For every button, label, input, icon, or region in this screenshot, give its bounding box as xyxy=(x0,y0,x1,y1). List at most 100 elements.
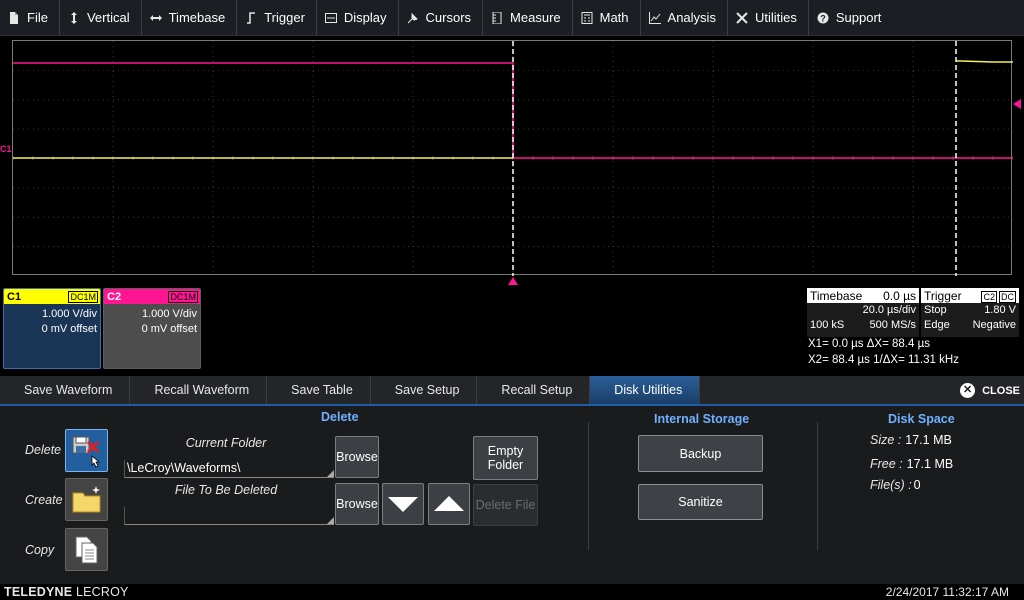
horizontal-arrows-icon xyxy=(149,12,162,24)
channel-2-descriptor[interactable]: C2 DC1M 1.000 V/div 0 mV offset xyxy=(103,288,201,369)
current-folder-field[interactable]: \LeCroy\Waveforms\ xyxy=(124,460,334,478)
arrow-up-icon xyxy=(434,496,464,511)
channel-1-header: C1 DC1M xyxy=(4,289,100,304)
tab-save-waveform[interactable]: Save Waveform xyxy=(0,376,131,404)
trigger-level: 1.80 V xyxy=(984,304,1016,316)
menu-file[interactable]: File xyxy=(0,0,60,36)
timebase-delay: 0.0 µs xyxy=(883,288,916,303)
backup-button[interactable]: Backup xyxy=(638,435,763,472)
menu-label: Math xyxy=(599,10,629,25)
trigger-position-marker xyxy=(508,277,518,285)
menu-bar: File Vertical Timebase Trigger Display C… xyxy=(0,0,1024,36)
browse-folder-button[interactable]: Browse xyxy=(335,436,379,478)
file-to-delete-field[interactable] xyxy=(124,507,334,525)
brand-rest: LECROY xyxy=(72,585,129,599)
grid-svg xyxy=(13,41,1013,276)
timebase-per-div: 20.0 µs/div xyxy=(862,304,916,316)
trigger-title: Trigger xyxy=(924,288,962,303)
channel-2-offset: 0 mV offset xyxy=(141,323,197,335)
close-button[interactable]: ✕ CLOSE xyxy=(960,383,1020,398)
separator-2 xyxy=(817,422,818,550)
delete-file-button[interactable]: Delete File xyxy=(473,484,538,526)
tab-save-setup[interactable]: Save Setup xyxy=(371,376,478,404)
status-footer: TELEDYNE LECROY 2/24/2017 11:32:17 AM xyxy=(0,584,1024,600)
cursor-readout-2: X2= 88.4 µs 1/ΔX= 11.31 kHz xyxy=(808,354,959,366)
menu-display[interactable]: Display xyxy=(317,0,399,36)
disk-free-label: Free : xyxy=(870,457,903,471)
menu-label: Measure xyxy=(510,10,561,25)
trigger-level-marker xyxy=(1013,99,1021,109)
tab-recall-waveform[interactable]: Recall Waveform xyxy=(130,376,268,404)
channel-1-name: C1 xyxy=(7,290,22,303)
tab-recall-setup[interactable]: Recall Setup xyxy=(477,376,591,404)
cursor-readout-1: X1= 0.0 µs ΔX= 88.4 µs xyxy=(808,338,930,350)
browse-file-button[interactable]: Browse xyxy=(335,483,379,525)
timebase-descriptor[interactable]: Timebase 0.0 µs 20.0 µs/div 100 kS 500 M… xyxy=(807,288,919,337)
menu-label: File xyxy=(27,10,48,25)
side-label-delete: Delete xyxy=(25,443,62,457)
channel-2-name: C2 xyxy=(107,290,122,303)
menu-trigger[interactable]: Trigger xyxy=(237,0,317,36)
tab-save-table[interactable]: Save Table xyxy=(267,376,371,404)
trigger-mode: Stop xyxy=(924,304,947,316)
measure-icon xyxy=(491,11,503,24)
internal-storage-title: Internal Storage xyxy=(654,412,750,426)
disk-size-value: 17.1 MB xyxy=(905,433,952,447)
menu-support[interactable]: ? Support xyxy=(809,0,893,36)
delete-mode-button[interactable] xyxy=(65,429,108,472)
copy-mode-button[interactable] xyxy=(65,528,108,571)
disk-files-value: 0 xyxy=(913,478,921,492)
menu-timebase[interactable]: Timebase xyxy=(142,0,238,36)
scroll-down-button[interactable] xyxy=(382,483,424,525)
separator-1 xyxy=(588,422,589,550)
channel-2-vdiv: 1.000 V/div xyxy=(141,308,197,320)
current-folder-value: \LeCroy\Waveforms\ xyxy=(127,461,241,475)
timebase-samples: 100 kS xyxy=(810,319,845,331)
disk-size-row: Size :17.1 MB xyxy=(870,433,952,447)
create-mode-button[interactable] xyxy=(65,478,108,521)
menu-vertical[interactable]: Vertical xyxy=(60,0,142,36)
trigger-source: C2 xyxy=(981,290,997,303)
menu-label: Utilities xyxy=(754,10,797,25)
empty-folder-button[interactable]: Empty Folder xyxy=(473,436,538,480)
menu-utilities[interactable]: Utilities xyxy=(728,0,809,36)
timebase-rate: 500 MS/s xyxy=(869,319,916,331)
close-icon: ✕ xyxy=(960,383,976,398)
menu-label: Analysis xyxy=(667,10,716,25)
delete-file-icon xyxy=(72,436,100,468)
menu-measure[interactable]: Measure xyxy=(483,0,573,36)
scroll-up-button[interactable] xyxy=(428,483,470,525)
menu-analysis[interactable]: Analysis xyxy=(641,0,728,36)
display-icon xyxy=(324,12,337,24)
trigger-descriptor[interactable]: Trigger C2 DC Stop 1.80 V Edge Negative xyxy=(921,288,1019,337)
menu-label: Cursors xyxy=(425,10,472,25)
arrow-down-icon xyxy=(388,497,418,512)
utilities-icon xyxy=(736,11,748,24)
channel-2-header: C2 DC1M xyxy=(104,289,200,304)
brand-logo: TELEDYNE LECROY xyxy=(4,585,129,599)
menu-math[interactable]: Math xyxy=(573,0,641,36)
sanitize-button[interactable]: Sanitize xyxy=(638,484,763,520)
dialog-tabs: Save Waveform Recall Waveform Save Table… xyxy=(0,376,1024,406)
timebase-title: Timebase xyxy=(810,288,863,303)
waveform-grid[interactable] xyxy=(12,40,1013,276)
menu-label: Vertical xyxy=(86,10,130,25)
delete-section-title: Delete xyxy=(321,410,359,424)
menu-label: Trigger xyxy=(264,10,305,25)
cursors-icon xyxy=(407,12,419,24)
brand-bold: TELEDYNE xyxy=(4,585,73,599)
channel-1-descriptor[interactable]: C1 DC1M 1.000 V/div 0 mV offset xyxy=(3,288,101,369)
c1-ground-marker: C1 xyxy=(0,144,12,154)
file-icon xyxy=(8,11,20,24)
tab-disk-utilities[interactable]: Disk Utilities xyxy=(590,376,701,404)
menu-cursors[interactable]: Cursors xyxy=(399,0,484,36)
svg-text:?: ? xyxy=(820,13,826,23)
trigger-slope: Negative xyxy=(972,319,1016,331)
vertical-arrows-icon xyxy=(68,11,80,24)
disk-space-title: Disk Space xyxy=(888,412,955,426)
side-label-create: Create xyxy=(25,493,63,507)
disk-free-value: 17.1 MB xyxy=(906,457,954,471)
new-folder-icon xyxy=(72,485,100,512)
trigger-coupling: DC xyxy=(999,290,1016,303)
math-icon xyxy=(581,11,593,24)
